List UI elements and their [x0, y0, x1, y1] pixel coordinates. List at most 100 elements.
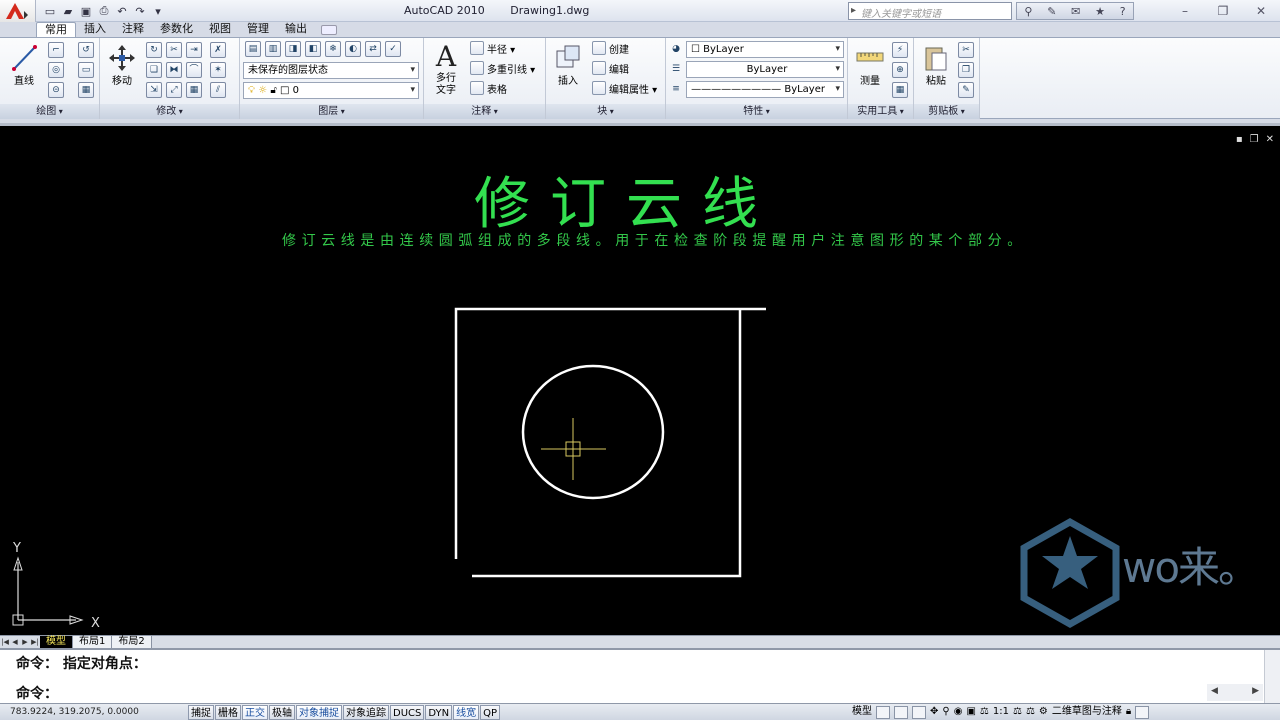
- command-horizontal-scroll[interactable]: ◀ ▶: [1207, 684, 1263, 701]
- binoculars-icon[interactable]: ⚲: [1024, 5, 1032, 18]
- qat-dropdown-icon[interactable]: ▾: [150, 3, 166, 19]
- quick-view-icon[interactable]: [894, 705, 908, 719]
- rotate-icon[interactable]: ↻: [146, 42, 162, 58]
- tab-output[interactable]: 输出: [277, 22, 315, 37]
- quick-select-icon[interactable]: ⚡: [892, 42, 908, 58]
- insert-block-button[interactable]: 插入: [548, 41, 588, 101]
- viewport-close-icon[interactable]: ✕: [1266, 134, 1274, 145]
- close-icon[interactable]: ✕: [1242, 0, 1280, 22]
- layer-freeze-icon[interactable]: ❄: [325, 41, 341, 57]
- help-icon[interactable]: ?: [1120, 5, 1126, 18]
- hatch-icon[interactable]: ▦: [78, 82, 94, 98]
- layer-unisolate-icon[interactable]: ◧: [305, 41, 321, 57]
- tab-model[interactable]: 模型: [40, 636, 73, 648]
- quick-layout-icon[interactable]: [912, 705, 926, 719]
- first-layout-icon[interactable]: |◀: [0, 637, 10, 648]
- tab-annotate[interactable]: 注释: [114, 22, 152, 37]
- polyline-right-bottom[interactable]: [472, 309, 742, 578]
- command-prompt[interactable]: 命令：: [16, 683, 58, 703]
- mirror-icon[interactable]: ⧓: [166, 62, 182, 78]
- copy-icon[interactable]: ❏: [146, 62, 162, 78]
- toggle-ducs[interactable]: DUCS: [390, 705, 425, 720]
- tab-manage[interactable]: 管理: [239, 22, 277, 37]
- toggle-lineweight[interactable]: 线宽: [453, 705, 480, 720]
- layer-properties-icon[interactable]: ▤: [245, 41, 261, 57]
- tab-layout1[interactable]: 布局1: [73, 636, 113, 648]
- tab-insert[interactable]: 插入: [76, 22, 114, 37]
- copy-clip-icon[interactable]: ❐: [958, 62, 974, 78]
- steering-wheel-icon[interactable]: ◉: [954, 704, 963, 720]
- scroll-left-icon[interactable]: ◀: [1211, 686, 1218, 699]
- extend-icon[interactable]: ⇥: [186, 42, 202, 58]
- communication-center-icon[interactable]: ✉: [1071, 5, 1080, 18]
- multileader-button[interactable]: 多重引线 ▾: [470, 61, 535, 79]
- trim-icon[interactable]: ✂: [166, 42, 182, 58]
- command-vertical-scrollbar[interactable]: [1264, 650, 1280, 703]
- application-menu-button[interactable]: [0, 0, 36, 22]
- toggle-qp[interactable]: QP: [480, 705, 501, 720]
- fillet-icon[interactable]: ⌒: [186, 62, 202, 78]
- cut-icon[interactable]: ✂: [958, 42, 974, 58]
- annotation-scale-value[interactable]: 1:1: [993, 704, 1009, 720]
- multiline-text-button[interactable]: A 多行 文字: [426, 41, 466, 101]
- measure-button[interactable]: 测量: [850, 41, 890, 101]
- scroll-right-icon[interactable]: ▶: [1252, 686, 1259, 699]
- search-input[interactable]: 键入关键字或短语: [848, 2, 1012, 20]
- viewport-restore-icon[interactable]: ❐: [1250, 134, 1259, 145]
- toggle-snap[interactable]: 捕捉: [188, 705, 214, 720]
- last-layout-icon[interactable]: ▶|: [30, 637, 40, 648]
- pan-icon[interactable]: ✥: [930, 704, 938, 720]
- wrench-icon[interactable]: ✎: [1047, 5, 1056, 18]
- calculator-icon[interactable]: ▦: [892, 82, 908, 98]
- model-space-button[interactable]: 模型: [852, 704, 872, 720]
- layer-previous-icon[interactable]: ▥: [265, 41, 281, 57]
- panel-draw-label[interactable]: 绘图: [0, 104, 99, 119]
- circle-icon[interactable]: ◎: [48, 62, 64, 78]
- save-icon[interactable]: ▣: [78, 3, 94, 19]
- clean-screen-icon[interactable]: [1135, 705, 1150, 719]
- minimize-icon[interactable]: –: [1166, 0, 1204, 22]
- edit-attribute-button[interactable]: 编辑属性 ▾: [592, 81, 657, 99]
- viewport-minimize-icon[interactable]: ▪: [1236, 134, 1243, 145]
- layer-isolate-icon[interactable]: ◨: [285, 41, 301, 57]
- tab-layout2[interactable]: 布局2: [112, 636, 152, 648]
- toggle-polar[interactable]: 极轴: [269, 705, 295, 720]
- drawing-canvas[interactable]: Y X ▪ ❐ ✕ 修订云线 修订云线是由连续圆弧组成的多段线。用于在检查阶段提…: [0, 123, 1280, 635]
- create-block-button[interactable]: 创建: [592, 41, 629, 59]
- ellipse-icon[interactable]: ⊝: [48, 82, 64, 98]
- zoom-icon[interactable]: ⚲: [942, 704, 949, 720]
- showmotion-icon[interactable]: ▣: [966, 704, 975, 720]
- layout-view-icon[interactable]: [876, 705, 890, 719]
- panel-layers-label[interactable]: 图层: [240, 104, 423, 119]
- lineweight-select[interactable]: ————————— ByLayer: [686, 81, 844, 98]
- panel-properties-label[interactable]: 特性: [666, 104, 847, 119]
- move-button[interactable]: 移动: [102, 41, 142, 101]
- layer-state-select[interactable]: 未保存的图层状态: [243, 62, 419, 79]
- match-properties-icon[interactable]: ✎: [958, 82, 974, 98]
- circle-entity[interactable]: [521, 364, 665, 500]
- polyline-top-left[interactable]: [454, 307, 766, 559]
- toggle-otrack[interactable]: 对象追踪: [343, 705, 389, 720]
- radius-dimension-button[interactable]: 半径 ▾: [470, 41, 515, 59]
- id-point-icon[interactable]: ⊕: [892, 62, 908, 78]
- tab-view[interactable]: 视图: [201, 22, 239, 37]
- open-folder-icon[interactable]: ▰: [60, 3, 76, 19]
- scale-icon[interactable]: ⤢: [166, 82, 182, 98]
- panel-utilities-label[interactable]: 实用工具: [848, 104, 913, 119]
- ribbon-minimize-toggle[interactable]: [321, 25, 337, 35]
- lock-toolbar-icon[interactable]: 🔒︎: [1126, 704, 1131, 720]
- rectangle-icon[interactable]: ▭: [78, 62, 94, 78]
- toggle-ortho[interactable]: 正交: [242, 705, 268, 720]
- layer-off-icon[interactable]: ◐: [345, 41, 361, 57]
- panel-annotation-label[interactable]: 注释: [424, 104, 545, 119]
- offset-icon[interactable]: ⫽: [210, 82, 226, 98]
- next-layout-icon[interactable]: ▶: [20, 637, 30, 648]
- coordinate-readout[interactable]: 783.9224, 319.2075, 0.0000: [10, 704, 139, 720]
- new-file-icon[interactable]: ▭: [42, 3, 58, 19]
- paste-button[interactable]: 粘贴: [916, 41, 956, 101]
- edit-block-button[interactable]: 编辑: [592, 61, 629, 79]
- linetype-select[interactable]: ByLayer: [686, 61, 844, 78]
- redo-icon[interactable]: ↷: [132, 3, 148, 19]
- plot-icon[interactable]: ⎙: [96, 3, 112, 19]
- explode-icon[interactable]: ✶: [210, 62, 226, 78]
